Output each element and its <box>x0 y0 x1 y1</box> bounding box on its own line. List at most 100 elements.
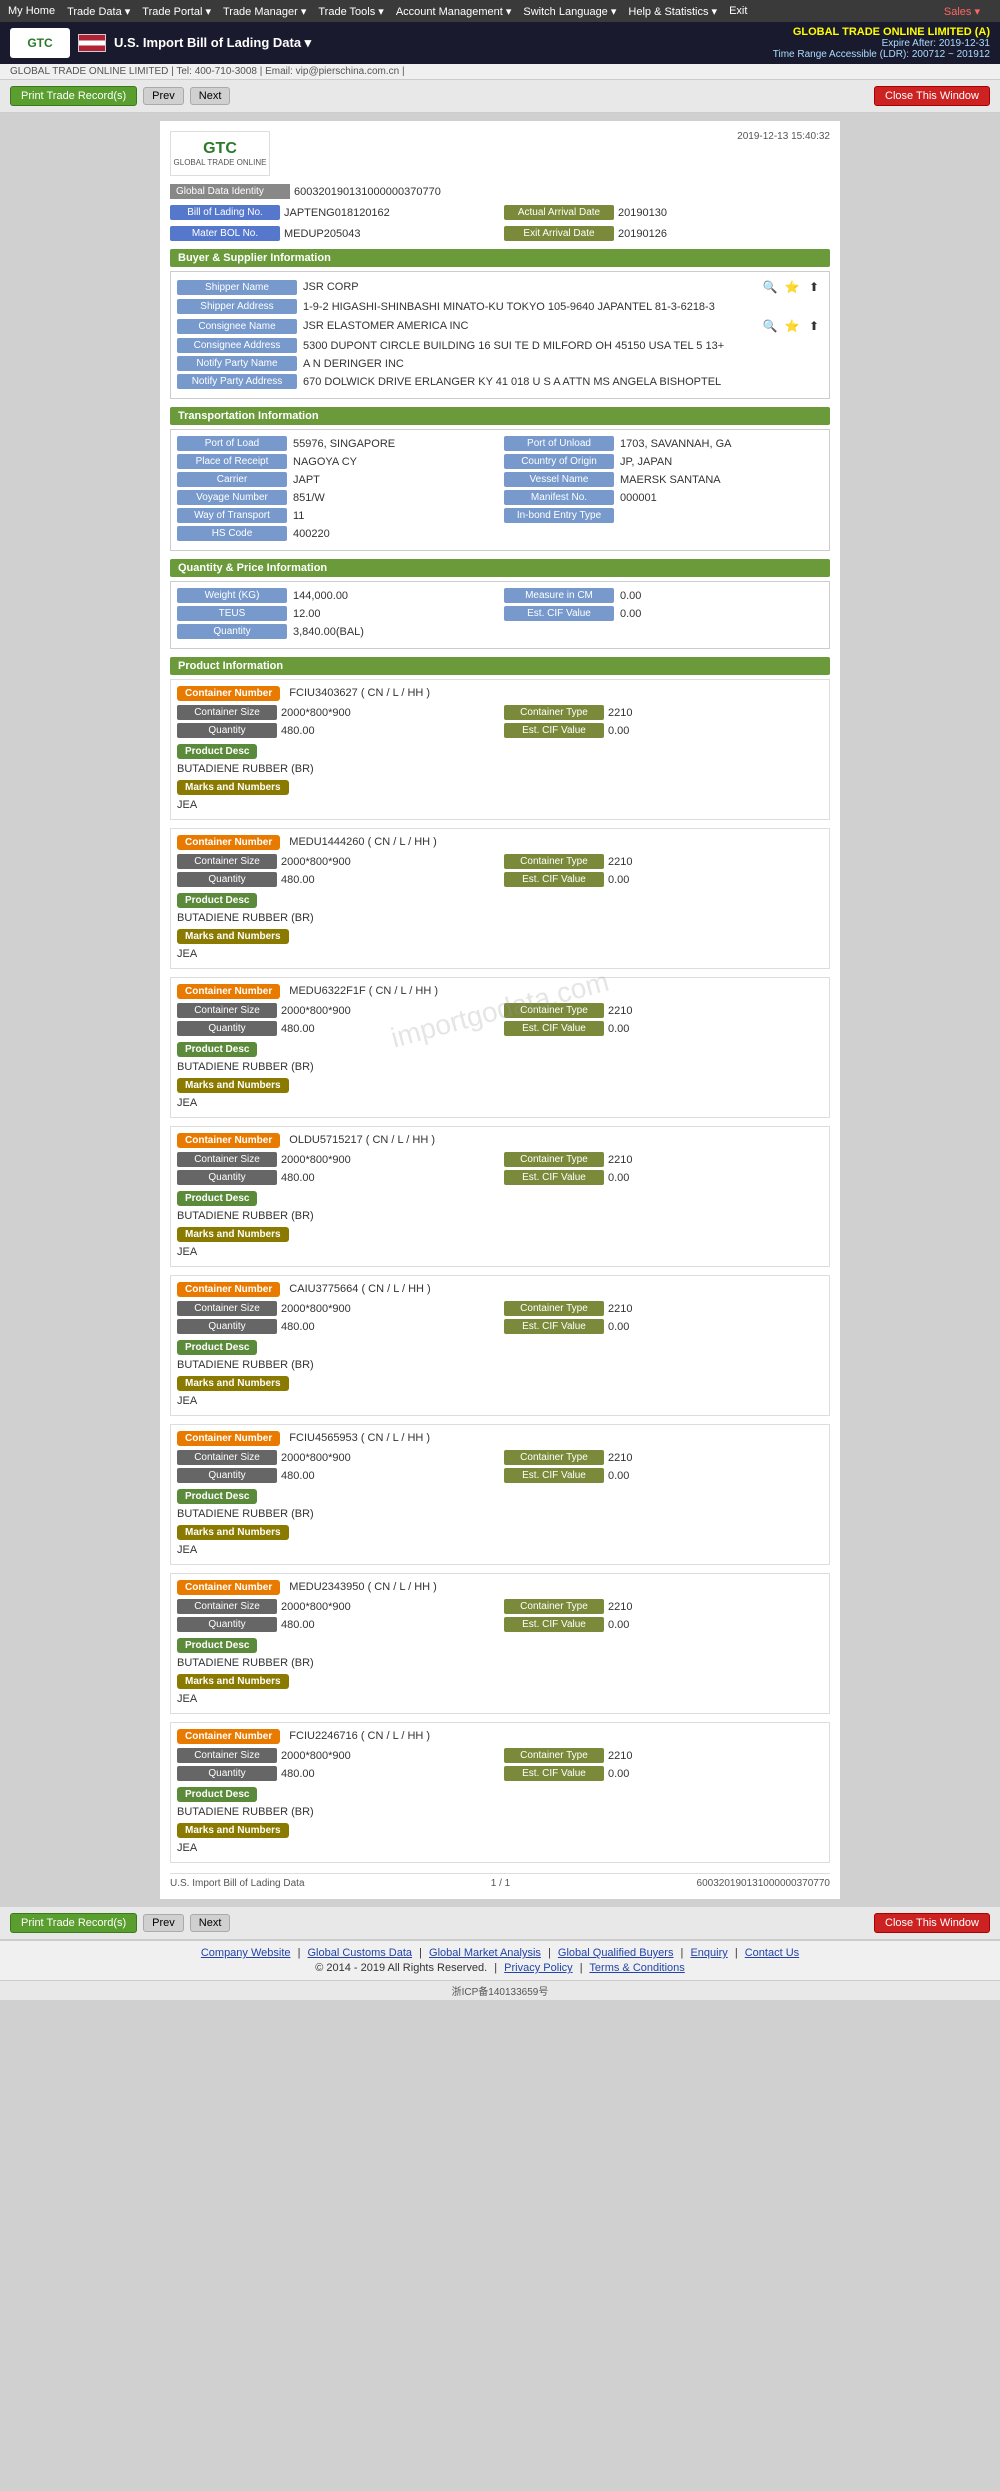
search-icon[interactable]: 🔍 <box>761 278 779 296</box>
nav-trade-manager[interactable]: Trade Manager ▾ <box>223 5 306 18</box>
container-qty-value: 480.00 <box>281 1768 315 1780</box>
place-receipt-value: NAGOYA CY <box>293 456 496 468</box>
marks-label[interactable]: Marks and Numbers <box>177 1078 289 1093</box>
prev-button-bottom[interactable]: Prev <box>143 1914 184 1932</box>
nav-trade-portal[interactable]: Trade Portal ▾ <box>142 5 211 18</box>
footer-privacy-link[interactable]: Privacy Policy <box>504 1962 572 1974</box>
next-button-bottom[interactable]: Next <box>190 1914 231 1932</box>
footer-customs-link[interactable]: Global Customs Data <box>308 1947 413 1959</box>
next-button-top[interactable]: Next <box>190 87 231 105</box>
nav-home[interactable]: My Home <box>8 5 55 17</box>
container-number-badge[interactable]: Container Number <box>177 984 280 999</box>
product-desc-label[interactable]: Product Desc <box>177 744 257 759</box>
notify-name-label: Notify Party Name <box>177 356 297 371</box>
footer-contact-link[interactable]: Contact Us <box>745 1947 799 1959</box>
container-type-label: Container Type <box>504 1599 604 1614</box>
consignee-addr-value: 5300 DUPONT CIRCLE BUILDING 16 SUI TE D … <box>303 340 823 352</box>
consignee-upload-icon[interactable]: ⬆ <box>805 317 823 335</box>
company-header: GTC U.S. Import Bill of Lading Data ▾ GL… <box>0 22 1000 64</box>
footer-market-link[interactable]: Global Market Analysis <box>429 1947 541 1959</box>
nav-help[interactable]: Help & Statistics ▾ <box>628 5 717 18</box>
close-button-bottom[interactable]: Close This Window <box>874 1913 990 1933</box>
product-desc-label[interactable]: Product Desc <box>177 1787 257 1802</box>
marks-section: Marks and Numbers JEA <box>177 1224 823 1258</box>
marks-label[interactable]: Marks and Numbers <box>177 1525 289 1540</box>
marks-section: Marks and Numbers JEA <box>177 1820 823 1854</box>
nav-language[interactable]: Switch Language ▾ <box>523 5 616 18</box>
inbond-label: In-bond Entry Type <box>504 508 614 523</box>
vessel-field: Vessel Name MAERSK SANTANA <box>504 472 823 487</box>
consignee-search-icon[interactable]: 🔍 <box>761 317 779 335</box>
container-size-type-row: Container Size 2000*800*900 Container Ty… <box>177 1301 823 1316</box>
consignee-star-icon[interactable]: ⭐ <box>783 317 801 335</box>
nav-trade-data[interactable]: Trade Data ▾ <box>67 5 130 18</box>
container-number-badge[interactable]: Container Number <box>177 1282 280 1297</box>
product-desc-label[interactable]: Product Desc <box>177 1489 257 1504</box>
container-size-type-row: Container Size 2000*800*900 Container Ty… <box>177 1450 823 1465</box>
footer-company-link[interactable]: Company Website <box>201 1947 291 1959</box>
icp-text: 浙ICP备140133659号 <box>452 1987 549 1998</box>
nav-account[interactable]: Account Management ▾ <box>396 5 512 18</box>
bol-row-2: Mater BOL No. MEDUP205043 Exit Arrival D… <box>170 226 830 241</box>
print-button-bottom[interactable]: Print Trade Record(s) <box>10 1913 137 1933</box>
product-desc-label[interactable]: Product Desc <box>177 893 257 908</box>
container-type-label: Container Type <box>504 1003 604 1018</box>
product-desc-label[interactable]: Product Desc <box>177 1340 257 1355</box>
sub-header: GLOBAL TRADE ONLINE LIMITED | Tel: 400-7… <box>0 64 1000 80</box>
marks-label[interactable]: Marks and Numbers <box>177 1674 289 1689</box>
product-desc-label[interactable]: Product Desc <box>177 1191 257 1206</box>
close-button-top[interactable]: Close This Window <box>874 86 990 106</box>
footer-buyers-link[interactable]: Global Qualified Buyers <box>558 1947 674 1959</box>
containers-list: Container Number FCIU3403627 ( CN / L / … <box>170 679 830 1863</box>
footer-terms-link[interactable]: Terms & Conditions <box>589 1962 684 1974</box>
container-size-col: Container Size 2000*800*900 <box>177 1301 496 1316</box>
container-cif-value: 0.00 <box>608 725 629 737</box>
est-cif-field: Est. CIF Value 0.00 <box>504 606 823 621</box>
mark-text: JEA <box>177 1544 823 1556</box>
product-desc-text: BUTADIENE RUBBER (BR) <box>177 1210 823 1222</box>
marks-label[interactable]: Marks and Numbers <box>177 1376 289 1391</box>
carrier-field: Carrier JAPT <box>177 472 496 487</box>
container-number-value: MEDU6322F1F ( CN / L / HH ) <box>289 985 438 997</box>
header-logo: GTC GLOBAL TRADE ONLINE <box>170 131 270 176</box>
marks-label[interactable]: Marks and Numbers <box>177 1227 289 1242</box>
container-qty-label: Quantity <box>177 1617 277 1632</box>
container-number-badge[interactable]: Container Number <box>177 1580 280 1595</box>
container-type-value: 2210 <box>608 707 632 719</box>
container-number-badge[interactable]: Container Number <box>177 686 280 701</box>
container-qty-value: 480.00 <box>281 1172 315 1184</box>
upload-icon[interactable]: ⬆ <box>805 278 823 296</box>
print-button-top[interactable]: Print Trade Record(s) <box>10 86 137 106</box>
container-number-badge[interactable]: Container Number <box>177 1729 280 1744</box>
container-size-label: Container Size <box>177 1301 277 1316</box>
mark-text: JEA <box>177 1097 823 1109</box>
nav-trade-tools[interactable]: Trade Tools ▾ <box>318 5 383 18</box>
container-number-badge[interactable]: Container Number <box>177 1133 280 1148</box>
container-size-value: 2000*800*900 <box>281 856 351 868</box>
voyage-label: Voyage Number <box>177 490 287 505</box>
container-qty-cif-row: Quantity 480.00 Est. CIF Value 0.00 <box>177 1617 823 1632</box>
nav-exit[interactable]: Exit <box>729 5 747 17</box>
prev-button-top[interactable]: Prev <box>143 87 184 105</box>
vessel-label: Vessel Name <box>504 472 614 487</box>
container-number-badge[interactable]: Container Number <box>177 1431 280 1446</box>
footer-record-id: 600320190131000000370770 <box>697 1878 830 1889</box>
container-size-type-row: Container Size 2000*800*900 Container Ty… <box>177 1599 823 1614</box>
marks-label[interactable]: Marks and Numbers <box>177 1823 289 1838</box>
star-icon[interactable]: ⭐ <box>783 278 801 296</box>
footer-enquiry-link[interactable]: Enquiry <box>690 1947 727 1959</box>
container-cif-col: Est. CIF Value 0.00 <box>504 1617 823 1632</box>
product-desc-label[interactable]: Product Desc <box>177 1042 257 1057</box>
place-receipt-field: Place of Receipt NAGOYA CY <box>177 454 496 469</box>
container-number-value: FCIU4565953 ( CN / L / HH ) <box>289 1432 430 1444</box>
consignee-name-label: Consignee Name <box>177 319 297 334</box>
container-number-badge[interactable]: Container Number <box>177 835 280 850</box>
buyer-supplier-section: Shipper Name JSR CORP 🔍 ⭐ ⬆ Shipper Addr… <box>170 271 830 399</box>
country-origin-label: Country of Origin <box>504 454 614 469</box>
container-type-col: Container Type 2210 <box>504 1003 823 1018</box>
container-qty-value: 480.00 <box>281 1321 315 1333</box>
container-size-label: Container Size <box>177 1599 277 1614</box>
product-desc-label[interactable]: Product Desc <box>177 1638 257 1653</box>
marks-label[interactable]: Marks and Numbers <box>177 780 289 795</box>
marks-label[interactable]: Marks and Numbers <box>177 929 289 944</box>
